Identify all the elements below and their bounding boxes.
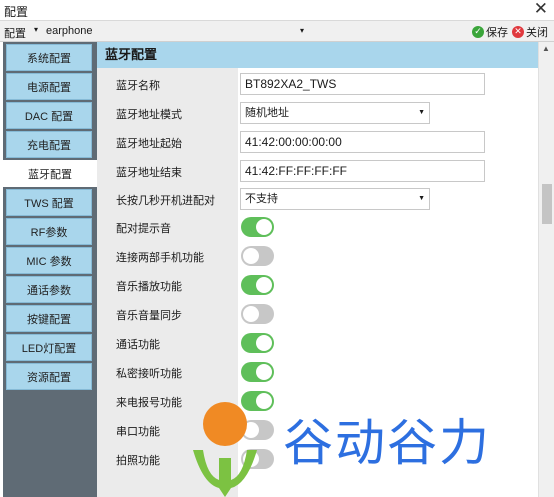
setting-label: 通话功能 <box>116 339 160 351</box>
call-toggle[interactable] <box>241 333 274 353</box>
volume-sync-toggle[interactable] <box>241 304 274 324</box>
sidebar-item-bluetooth[interactable]: 蓝牙配置 <box>3 160 97 187</box>
setting-row-dual-phone: 连接两部手机功能 <box>97 242 538 271</box>
addr-mode-value: 随机地址 <box>245 107 289 119</box>
vertical-scrollbar[interactable]: ▲ <box>538 42 554 497</box>
setting-row-addr-start: 蓝牙地址起始 41:42:00:00:00:00 <box>97 128 538 157</box>
toggle-knob <box>243 306 259 322</box>
setting-label: 音乐播放功能 <box>116 281 182 293</box>
sidebar-item-call[interactable]: 通话参数 <box>6 276 92 303</box>
profile-select[interactable]: earphone ▾ <box>42 23 308 40</box>
setting-label: 来电报号功能 <box>116 397 182 409</box>
setting-label: 私密接听功能 <box>116 368 182 380</box>
addr-end-field[interactable]: 41:42:FF:FF:FF:FF <box>240 160 485 182</box>
scroll-up-icon[interactable]: ▲ <box>542 44 550 53</box>
page-title: 蓝牙配置 <box>97 42 538 68</box>
setting-row-long-press-pair: 长按几秒开机进配对 不支持 ▼ <box>97 185 538 214</box>
sidebar: 系统配置 电源配置 DAC 配置 充电配置 蓝牙配置 TWS 配置 RF参数 M… <box>3 42 97 497</box>
setting-label: 蓝牙地址结束 <box>116 167 182 179</box>
close-button-label: 关闭 <box>526 27 548 39</box>
setting-row-addr-end: 蓝牙地址结束 41:42:FF:FF:FF:FF <box>97 157 538 186</box>
addr-start-field[interactable]: 41:42:00:00:00:00 <box>240 131 485 153</box>
setting-row-bt-name: 蓝牙名称 BT892XA2_TWS <box>97 70 538 99</box>
save-button-label: 保存 <box>486 27 508 39</box>
setting-label: 配对提示音 <box>116 223 171 235</box>
setting-label: 音乐音量同步 <box>116 310 182 322</box>
sidebar-item-resources[interactable]: 资源配置 <box>6 363 92 390</box>
setting-row-music-play: 音乐播放功能 <box>97 271 538 300</box>
sidebar-item-power[interactable]: 电源配置 <box>6 73 92 100</box>
window-close-icon[interactable]: ✕ <box>534 0 548 19</box>
setting-label: 连接两部手机功能 <box>116 252 204 264</box>
toolbar: 配置 ▾ earphone ▾ ✓ 保存 ✕ 关闭 <box>0 20 554 42</box>
close-button[interactable]: ✕ 关闭 <box>512 24 548 40</box>
sidebar-item-tws[interactable]: TWS 配置 <box>6 189 92 216</box>
sidebar-item-system[interactable]: 系统配置 <box>6 44 92 71</box>
watermark-text: 谷动谷力 <box>283 414 491 472</box>
chevron-down-icon: ▼ <box>418 109 425 116</box>
long-press-pair-select[interactable]: 不支持 ▼ <box>240 188 430 210</box>
toggle-knob <box>256 364 272 380</box>
setting-row-volume-sync: 音乐音量同步 <box>97 300 538 329</box>
chevron-down-icon: ▼ <box>418 195 425 202</box>
private-answer-toggle[interactable] <box>241 362 274 382</box>
sidebar-item-charge[interactable]: 充电配置 <box>6 131 92 158</box>
check-icon: ✓ <box>472 26 484 38</box>
setting-label: 蓝牙地址模式 <box>116 109 182 121</box>
music-play-toggle[interactable] <box>241 275 274 295</box>
setting-label: 蓝牙地址起始 <box>116 138 182 150</box>
setting-label: 拍照功能 <box>116 455 160 467</box>
sidebar-item-mic[interactable]: MIC 参数 <box>6 247 92 274</box>
pair-tone-toggle[interactable] <box>241 217 274 237</box>
setting-row-pair-tone: 配对提示音 <box>97 213 538 242</box>
logo-orange-circle <box>203 402 247 446</box>
close-icon: ✕ <box>512 26 524 38</box>
config-label: 配置 <box>4 28 26 40</box>
window-title: 配置 <box>4 5 29 19</box>
chevron-down-icon: ▾ <box>299 26 304 35</box>
long-press-pair-value: 不支持 <box>245 193 278 205</box>
window-titlebar: 配置 ✕ <box>0 0 554 20</box>
sidebar-item-dac[interactable]: DAC 配置 <box>6 102 92 129</box>
bt-name-field[interactable]: BT892XA2_TWS <box>240 73 485 95</box>
config-menu-chevron-icon[interactable]: ▾ <box>34 25 38 34</box>
logo-green-mark <box>193 450 257 497</box>
toggle-knob <box>256 335 272 351</box>
setting-row-addr-mode: 蓝牙地址模式 随机地址 ▼ <box>97 99 538 128</box>
watermark-logo <box>193 402 257 497</box>
toggle-knob <box>256 277 272 293</box>
toggle-knob <box>243 248 259 264</box>
sidebar-item-keys[interactable]: 按键配置 <box>6 305 92 332</box>
setting-label: 蓝牙名称 <box>116 80 160 92</box>
addr-mode-select[interactable]: 随机地址 ▼ <box>240 102 430 124</box>
profile-select-value: earphone <box>46 25 93 37</box>
sidebar-item-rf[interactable]: RF参数 <box>6 218 92 245</box>
sidebar-item-led[interactable]: LED灯配置 <box>6 334 92 361</box>
setting-row-call: 通话功能 <box>97 329 538 358</box>
scrollbar-thumb[interactable] <box>542 184 552 224</box>
setting-label: 长按几秒开机进配对 <box>116 195 215 207</box>
save-button[interactable]: ✓ 保存 <box>472 24 508 40</box>
dual-phone-toggle[interactable] <box>241 246 274 266</box>
setting-row-private-answer: 私密接听功能 <box>97 358 538 387</box>
toggle-knob <box>256 219 272 235</box>
setting-label: 串口功能 <box>116 426 160 438</box>
setting-row-caller-id: 来电报号功能 <box>97 387 538 416</box>
